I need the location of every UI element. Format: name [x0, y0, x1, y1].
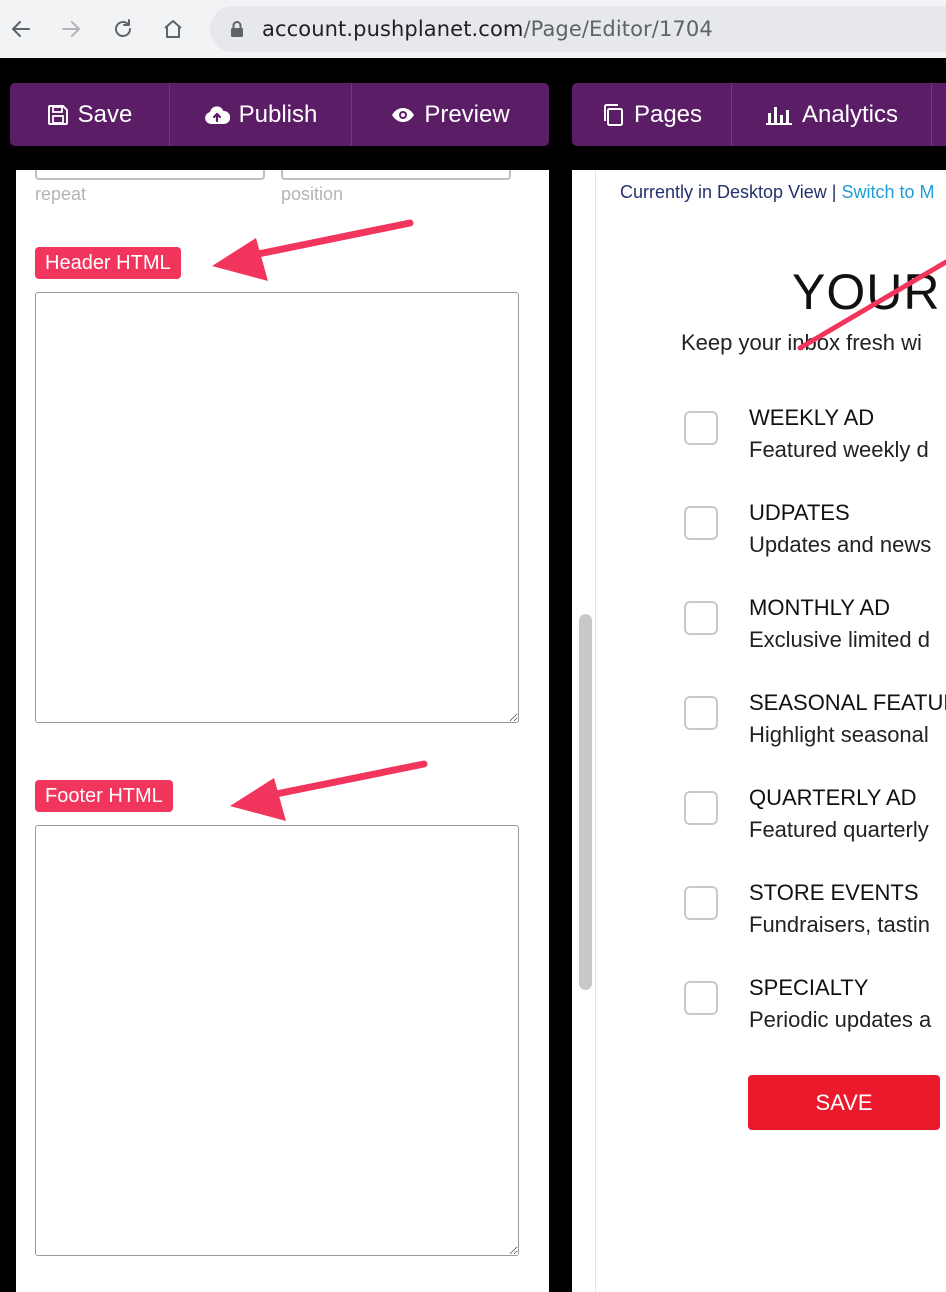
updates-checkbox[interactable] — [684, 506, 718, 540]
option-name: SPECIALTY — [749, 975, 869, 1000]
weekly-ad-checkbox[interactable] — [684, 411, 718, 445]
option-weekly-ad: WEEKLY AD Featured weekly d — [684, 405, 946, 475]
cloud-upload-icon — [204, 105, 230, 124]
preview-label: Preview — [424, 100, 510, 128]
option-name: MONTHLY AD — [749, 595, 890, 620]
option-name: STORE EVENTS — [749, 880, 919, 905]
settings-panel: repeat position Header HTML Footer HTML — [16, 170, 549, 1292]
preview-subtitle: Keep your inbox fresh wi — [681, 330, 922, 355]
analytics-button[interactable]: Analytics — [732, 83, 932, 146]
url-host: account.pushplanet.com — [262, 17, 524, 41]
position-field[interactable] — [281, 170, 511, 180]
forward-arrow-icon[interactable] — [54, 12, 88, 46]
pages-label: Pages — [633, 100, 703, 128]
view-separator: | — [831, 182, 837, 202]
footer-html-label: Footer HTML — [35, 780, 173, 812]
option-desc: Exclusive limited d — [749, 627, 930, 652]
save-button[interactable]: Save — [10, 83, 170, 146]
view-mode-line: Currently in Desktop View | Switch to M — [620, 182, 935, 203]
scrollbar-track[interactable] — [572, 170, 596, 1292]
seasonal-feature-checkbox[interactable] — [684, 696, 718, 730]
editor-toolbar: Save Publish Preview — [10, 83, 549, 146]
repeat-hint: repeat — [35, 184, 87, 204]
option-desc: Highlight seasonal — [749, 722, 929, 747]
specialty-checkbox[interactable] — [684, 981, 718, 1015]
quarterly-ad-checkbox[interactable] — [684, 791, 718, 825]
url-path: /Page/Editor/1704 — [523, 17, 713, 41]
view-status: Currently in Desktop View — [620, 182, 827, 202]
preview-button[interactable]: Preview — [352, 83, 549, 146]
header-html-label: Header HTML — [35, 247, 181, 279]
option-desc: Fundraisers, tastin — [749, 912, 930, 937]
repeat-field[interactable] — [35, 170, 265, 180]
save-label: Save — [77, 100, 133, 128]
publish-button[interactable]: Publish — [170, 83, 352, 146]
lock-icon — [230, 20, 244, 43]
option-name: WEEKLY AD — [749, 405, 875, 430]
option-monthly-ad: MONTHLY AD Exclusive limited d — [684, 595, 946, 665]
page-preview: Currently in Desktop View | Switch to M … — [572, 170, 946, 1292]
monthly-ad-checkbox[interactable] — [684, 601, 718, 635]
address-bar[interactable]: account.pushplanet.com/Page/Editor/1704 — [210, 6, 946, 52]
bar-chart-icon — [765, 106, 792, 125]
analytics-label: Analytics — [801, 100, 899, 128]
option-desc: Periodic updates a — [749, 1007, 932, 1032]
pages-icon — [603, 103, 623, 126]
option-desc: Updates and news — [749, 532, 932, 557]
back-arrow-icon[interactable] — [4, 12, 38, 46]
scrollbar-thumb[interactable] — [579, 614, 592, 990]
preview-title: YOUR — [792, 264, 941, 320]
option-quarterly-ad: QUARTERLY AD Featured quarterly — [684, 785, 946, 855]
option-seasonal-feature: SEASONAL FEATUR Highlight seasonal — [684, 690, 946, 760]
floppy-disk-icon — [47, 104, 68, 125]
pages-button[interactable]: Pages — [572, 83, 732, 146]
home-icon[interactable] — [156, 12, 190, 46]
option-name: QUARTERLY AD — [749, 785, 917, 810]
option-specialty: SPECIALTY Periodic updates a — [684, 975, 946, 1045]
eye-icon — [392, 107, 415, 122]
footer-html-textarea[interactable] — [35, 825, 519, 1256]
url-text: account.pushplanet.com/Page/Editor/1704 — [262, 17, 713, 41]
store-events-checkbox[interactable] — [684, 886, 718, 920]
option-desc: Featured weekly d — [749, 437, 929, 462]
option-name: UDPATES — [749, 500, 850, 525]
site-toolbar: Pages Analytics — [572, 83, 946, 146]
option-desc: Featured quarterly — [749, 817, 929, 842]
position-hint: position — [281, 184, 344, 204]
option-name: SEASONAL FEATUR — [749, 690, 946, 715]
reload-icon[interactable] — [106, 12, 140, 46]
browser-toolbar: account.pushplanet.com/Page/Editor/1704 — [0, 0, 946, 58]
switch-view-link[interactable]: Switch to M — [841, 182, 934, 202]
publish-label: Publish — [238, 100, 318, 128]
header-html-textarea[interactable] — [35, 292, 519, 723]
option-updates: UDPATES Updates and news — [684, 500, 946, 570]
option-store-events: STORE EVENTS Fundraisers, tastin — [684, 880, 946, 950]
preview-save-button[interactable]: SAVE — [748, 1075, 940, 1130]
